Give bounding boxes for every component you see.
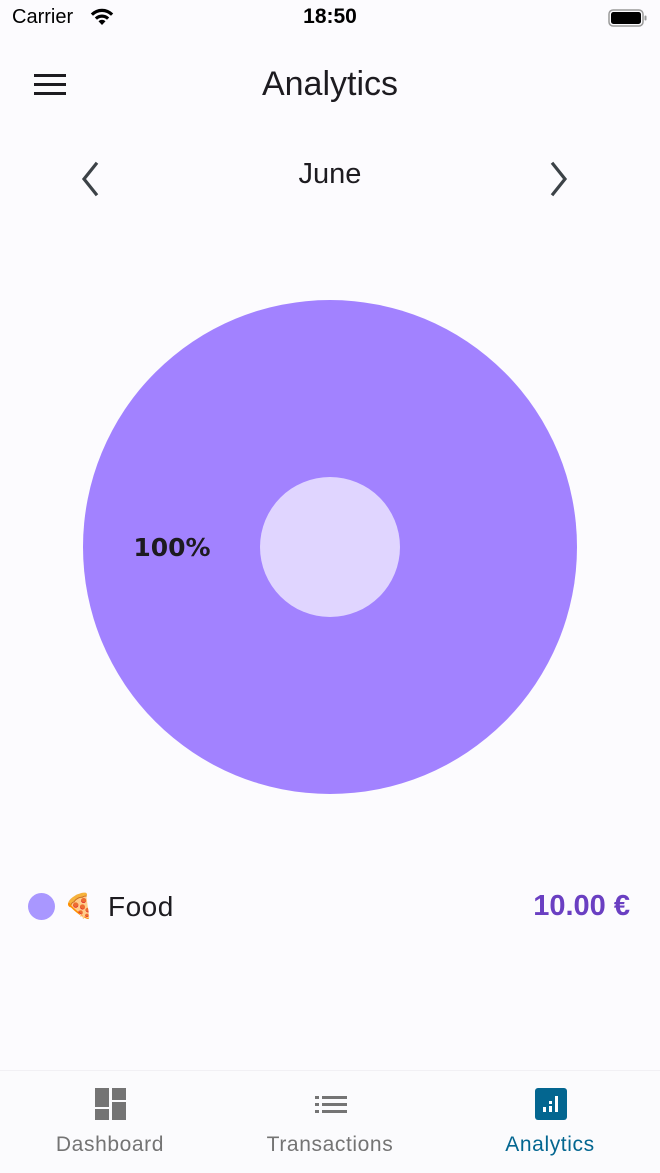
tab-analytics[interactable]: Analytics xyxy=(440,1071,660,1173)
month-navigator: June xyxy=(0,150,660,206)
menu-button[interactable] xyxy=(28,67,68,103)
analytics-icon xyxy=(535,1088,567,1120)
chevron-left-icon xyxy=(81,161,99,197)
chevron-right-icon xyxy=(550,161,568,197)
previous-month-button[interactable] xyxy=(64,154,112,202)
tab-transactions-label: Transactions xyxy=(266,1133,394,1156)
status-bar: Carrier 18:50 xyxy=(0,0,660,40)
pie-chart-svg: 100% xyxy=(83,300,577,794)
tab-dashboard-label: Dashboard xyxy=(55,1133,165,1156)
clock: 18:50 xyxy=(303,5,357,28)
page-title: Analytics xyxy=(261,65,399,103)
app-bar: Analytics xyxy=(0,55,660,115)
legend-item-food[interactable]: 🍕 Food 10.00 € xyxy=(0,880,660,934)
bottom-navigation: Dashboard Transactions Analytics xyxy=(0,1070,660,1173)
donut-center-hole xyxy=(260,477,400,617)
tab-analytics-label: Analytics xyxy=(505,1133,595,1156)
tab-transactions[interactable]: Transactions xyxy=(220,1071,440,1173)
legend-color-dot xyxy=(28,893,55,920)
category-pie-chart: 100% xyxy=(70,290,590,805)
legend-category-label: Food xyxy=(108,891,174,922)
tab-dashboard[interactable]: Dashboard xyxy=(0,1071,220,1173)
legend-amount: 10.00 € xyxy=(533,890,630,922)
pie-slice-label: 100% xyxy=(133,533,210,562)
pizza-icon: 🍕 xyxy=(64,893,94,920)
dashboard-icon xyxy=(95,1088,126,1120)
battery-icon xyxy=(608,9,647,27)
next-month-button[interactable] xyxy=(537,154,585,202)
list-icon xyxy=(315,1096,347,1113)
